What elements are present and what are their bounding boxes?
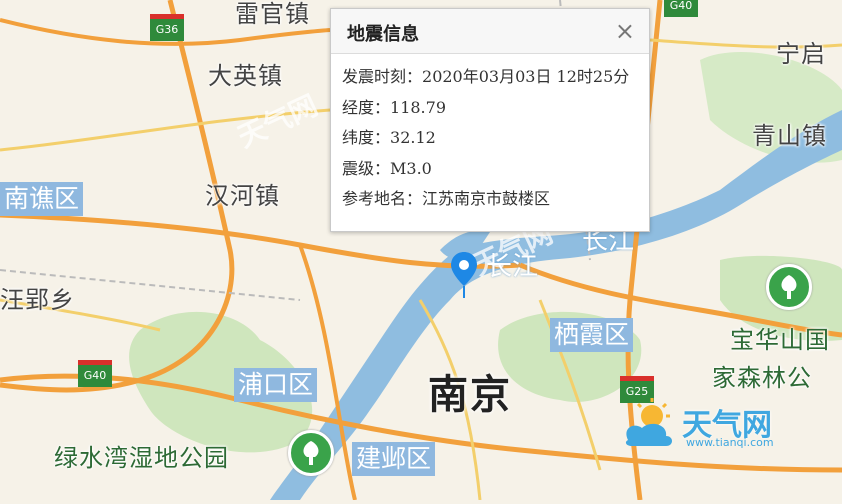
info-row-time: 发震时刻：2020年03月03日 12时25分	[342, 66, 649, 97]
highway-shield: G40	[78, 360, 112, 387]
popup-title: 地震信息	[347, 24, 419, 45]
info-row-magnitude: 震级：M3.0	[342, 158, 649, 189]
popup-header: 地震信息 ×	[331, 9, 649, 54]
location-pin-icon[interactable]	[451, 252, 477, 300]
park-label: 宝华山国	[730, 326, 830, 354]
town-label: 大英镇	[208, 62, 283, 90]
tree-icon	[766, 264, 812, 310]
info-row-location: 参考地名：江苏南京市鼓楼区	[342, 188, 649, 219]
info-label: 震级：	[342, 158, 391, 178]
info-label: 经度：	[342, 97, 391, 117]
highway-shield: G36	[150, 14, 184, 41]
info-value: 江苏南京市鼓楼区	[422, 189, 551, 208]
park-label: 家森林公	[712, 364, 812, 392]
info-row-longitude: 经度：118.79	[342, 97, 649, 128]
tree-icon	[288, 430, 334, 476]
earthquake-info-popup: 地震信息 × 发震时刻：2020年03月03日 12时25分 经度：118.79…	[330, 8, 650, 232]
city-label: 南京	[428, 372, 512, 418]
info-label: 发震时刻：	[342, 67, 423, 86]
sun-cloud-icon	[625, 398, 672, 446]
info-value: 32.12	[390, 128, 436, 147]
park-label: 绿水湾湿地公园	[54, 444, 229, 472]
district-label: 栖霞区	[550, 318, 634, 352]
town-label: 雷官镇	[235, 0, 310, 28]
info-row-latitude: 纬度：32.12	[342, 127, 649, 158]
close-icon[interactable]: ×	[615, 17, 635, 45]
popup-body: 发震时刻：2020年03月03日 12时25分 经度：118.79 纬度：32.…	[331, 54, 649, 219]
town-label: 汪郢乡	[0, 286, 75, 314]
info-value: 2020年03月03日 12时25分	[422, 67, 630, 86]
brand-url: www.tianqi.com	[686, 436, 774, 449]
highway-shield: G40	[664, 0, 698, 17]
town-label: 青山镇	[752, 122, 827, 150]
brand-logo: 天气网 www.tianqi.com	[622, 398, 774, 454]
info-label: 纬度：	[342, 128, 391, 147]
info-label: 参考地名：	[342, 189, 423, 208]
town-label: 汉河镇	[205, 182, 280, 210]
town-label: 宁启	[776, 40, 826, 68]
district-label: 南谯区	[0, 182, 84, 216]
info-value: M3.0	[390, 158, 432, 178]
district-label: 建邺区	[352, 442, 436, 476]
info-value: 118.79	[390, 97, 446, 117]
district-label: 浦口区	[234, 368, 318, 402]
